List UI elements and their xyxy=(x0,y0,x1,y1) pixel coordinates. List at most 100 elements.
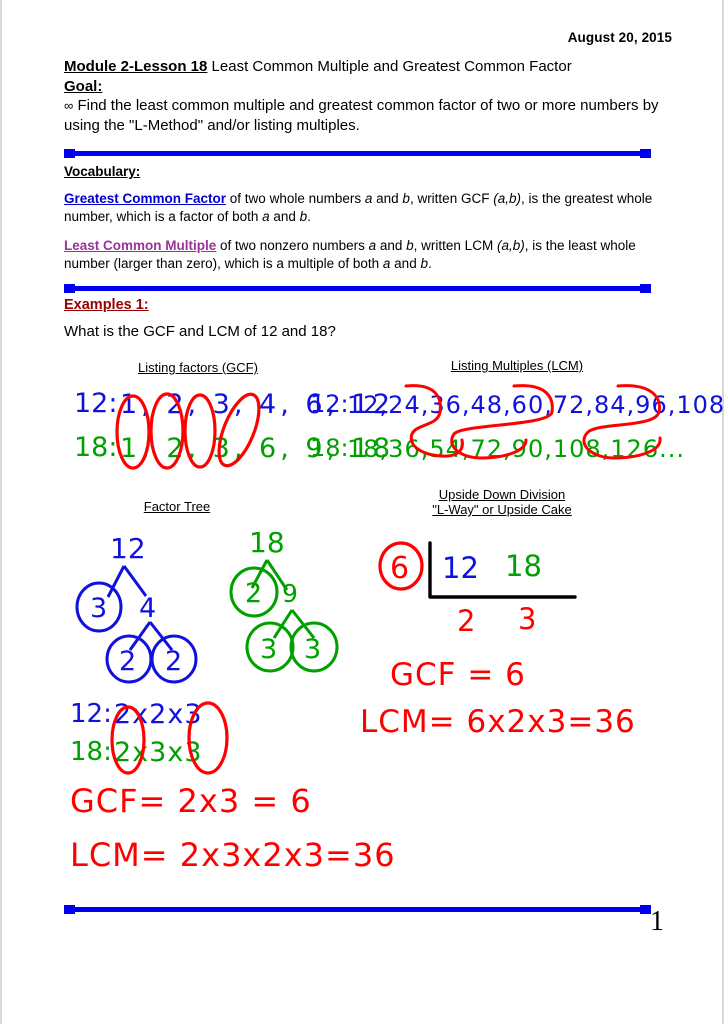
loop-multiple-108 xyxy=(582,384,662,460)
vocab-term-gcf-link[interactable]: Greatest Common Factor xyxy=(64,191,226,206)
result-gcf-prime: GCF= 2x3 = 6 xyxy=(70,782,312,820)
tree18-branch-right xyxy=(265,559,289,591)
ink-ldivision-results: GCF = 6 LCM= 6x2x3=36 xyxy=(360,657,636,740)
label-upside-down-division-line2: "L-Way" or Upside Cake xyxy=(432,502,572,517)
pf-circle-2 xyxy=(110,705,146,775)
tree18-circle-3b xyxy=(289,621,339,673)
divider-bar xyxy=(69,151,646,156)
tree18-branch-right2 xyxy=(290,609,316,639)
circle-factor-6 xyxy=(217,392,261,468)
lcm-body-c: , written LCM xyxy=(413,237,497,253)
tree12-circle-2b xyxy=(150,634,198,684)
divider-handle-right[interactable] xyxy=(640,284,651,293)
pf-circle-3 xyxy=(187,701,229,775)
gcf-body-f: . xyxy=(307,209,311,224)
circle-factor-3 xyxy=(183,393,217,469)
l-division-divisor-circle xyxy=(378,541,424,591)
document-date: August 20, 2015 xyxy=(567,30,672,45)
pf-12-factors: 2x2x3 xyxy=(114,699,203,730)
circle-factor-2 xyxy=(149,392,185,470)
ink-12-factors: 1, 2, 3, 4, 6, 12 xyxy=(120,389,394,420)
ink-listing-multiples-row-12: 12: 12,24,36,48,60,72,84,96,108.. xyxy=(310,390,724,419)
tree12-node-4: 4 xyxy=(139,593,156,624)
ink-factor-tree-12: 12 3 4 2 2 xyxy=(75,532,198,684)
vocabulary-entry-gcf: Greatest Common Factor of two whole numb… xyxy=(64,190,674,227)
gcf-var-c: a xyxy=(262,209,270,224)
whiteboard-page: August 20, 2015 Module 2-Lesson 18 Least… xyxy=(0,0,724,1024)
tree12-branch-left2 xyxy=(128,621,152,651)
loop-multiple-72 xyxy=(450,384,554,460)
l-division-dividend-left: 12 xyxy=(442,551,479,585)
lcm-var-d: b xyxy=(420,256,428,271)
divider-handle-right[interactable] xyxy=(640,149,651,158)
tree12-circle-3 xyxy=(75,581,123,633)
tree18-branch-left2 xyxy=(272,609,294,639)
pf-circles xyxy=(110,701,229,775)
ink-mult-12-values: 12,24,36,48,60,72,84,96,108.. xyxy=(347,391,724,419)
tree18-leaf-3a: 3 xyxy=(260,634,277,665)
ink-18-prefix: 18: xyxy=(74,432,117,463)
lcm-body-a: of two nonzero numbers xyxy=(216,237,369,253)
tree18-node-9: 9 xyxy=(282,579,298,608)
ink-mult-18-values: 18,36,54,72,90,108,126... xyxy=(347,435,685,463)
divider-line-2 xyxy=(64,284,651,293)
ink-mult-18-prefix: 18: xyxy=(310,434,349,462)
vocabulary-heading: Vocabulary: xyxy=(64,164,141,179)
ink-final-results: GCF= 2x3 = 6 LCM= 2x3x2x3=36 xyxy=(70,782,396,874)
tree12-circle-2a xyxy=(105,634,153,684)
lcm-var-b: b xyxy=(406,237,414,253)
ink-loops-common-multiples xyxy=(404,384,662,460)
lcm-body-e: and xyxy=(390,256,421,271)
tree12-branch-right2 xyxy=(148,621,174,651)
goal-label: Goal: xyxy=(64,78,103,95)
pf-12-prefix: 12: xyxy=(70,699,112,729)
circle-factor-1 xyxy=(115,394,151,470)
result-lcm-lway: LCM= 6x2x3=36 xyxy=(360,704,636,740)
tree12-leaf-2b: 2 xyxy=(165,646,182,677)
ink-upside-down-division: 6 12 18 2 3 xyxy=(378,541,577,638)
label-listing-multiples: Listing Multiples (LCM) xyxy=(450,358,584,373)
divider-line-3 xyxy=(64,905,651,914)
tree18-circle-3a xyxy=(245,621,295,673)
tree18-leaf-3b: 3 xyxy=(304,634,321,665)
tree18-branch-left xyxy=(250,559,269,589)
result-gcf-lway: GCF = 6 xyxy=(390,657,526,693)
result-lcm-prime: LCM= 2x3x2x3=36 xyxy=(70,836,396,874)
tree12-leaf-2a: 2 xyxy=(119,646,136,677)
tree12-root: 12 xyxy=(110,532,146,565)
lcm-body-b: and xyxy=(376,237,407,253)
l-division-quotient-right: 3 xyxy=(518,602,536,636)
gcf-var-b: b xyxy=(402,190,410,206)
ink-listing-multiples-row-18: 18: 18,36,54,72,90,108,126... xyxy=(310,434,685,463)
page-title: Module 2-Lesson 18 Least Common Multiple… xyxy=(64,57,674,76)
label-upside-down-division-line1: Upside Down Division xyxy=(438,487,566,502)
ink-mult-12-prefix: 12: xyxy=(310,390,349,418)
examples-heading: Examples 1: xyxy=(64,297,149,313)
lcm-var-a: a xyxy=(368,237,377,253)
vocabulary-section: Vocabulary: Greatest Common Factor of tw… xyxy=(64,163,674,284)
gcf-body-e: and xyxy=(269,209,300,224)
label-factor-tree: Factor Tree xyxy=(143,499,211,514)
page-number: 1 xyxy=(650,906,664,937)
divider-line-1 xyxy=(64,149,651,158)
pf-18-prefix: 18: xyxy=(70,737,112,767)
loop-multiple-36 xyxy=(404,384,464,458)
tree12-node-3: 3 xyxy=(90,593,107,624)
ink-listing-factors-row-18: 18: 1, 2, 3, 6, 9, 18 xyxy=(74,432,390,464)
l-division-dividend-right: 18 xyxy=(505,549,542,583)
gcf-notation: (a,b) xyxy=(493,190,521,206)
title-rest: Least Common Multiple and Greatest Commo… xyxy=(207,58,572,75)
ink-circles-common-factors xyxy=(115,392,261,470)
ink-12-prefix: 12: xyxy=(74,388,117,419)
gcf-body-a: of two whole numbers xyxy=(226,190,365,206)
vocabulary-entry-lcm: Least Common Multiple of two nonzero num… xyxy=(64,237,674,274)
ink-listing-factors-row-12: 12: 1, 2, 3, 4, 6, 12 xyxy=(74,388,394,420)
divider-bar xyxy=(69,286,646,291)
vocab-term-lcm-link[interactable]: Least Common Multiple xyxy=(64,238,216,253)
lcm-notation: (a,b) xyxy=(496,237,525,253)
goal-section: Goal: ∞ Find the least common multiple a… xyxy=(64,76,674,136)
l-division-divisor: 6 xyxy=(390,551,409,586)
infinity-icon: ∞ xyxy=(64,98,74,113)
tree12-branch-left xyxy=(106,565,126,598)
title-block: Module 2-Lesson 18 Least Common Multiple… xyxy=(64,57,674,136)
